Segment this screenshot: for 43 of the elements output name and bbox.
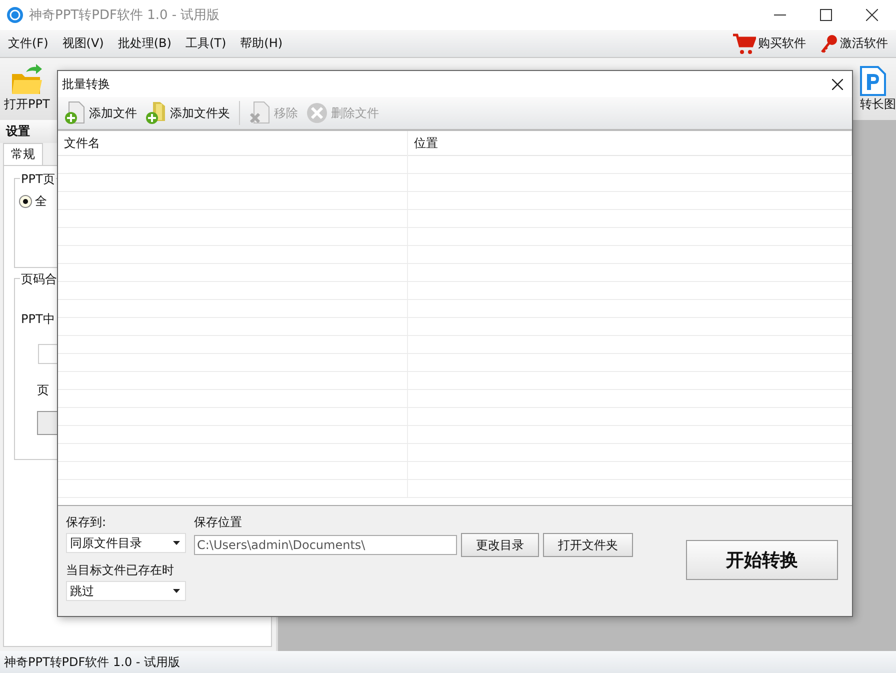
field-label: 页 (37, 382, 49, 399)
maximize-icon[interactable] (820, 9, 832, 21)
tab[interactable]: 常规 (3, 143, 43, 165)
dropdown[interactable]: 同原文件目录 (66, 533, 186, 553)
group-label: PPT页 (20, 171, 56, 188)
key-icon[interactable] (820, 34, 838, 54)
add-file-icon (64, 101, 86, 125)
app-logo-icon (7, 7, 23, 23)
window-title: 神奇PPT转PDF软件 1.0 - 试用版 (29, 7, 220, 24)
caret-icon (173, 541, 180, 545)
field-label: PPT中 (21, 311, 55, 328)
toolbar-label[interactable]: 打开PPT (4, 96, 50, 113)
delete-icon (306, 102, 328, 124)
caret-icon (173, 589, 180, 593)
button[interactable]: 更改目录 (461, 533, 539, 557)
field-label: 当目标文件已存在时 (66, 562, 175, 579)
radio-label: 全 (35, 193, 47, 210)
dialog-title: 批量转换 (62, 76, 110, 92)
menu-item[interactable]: 工具(T) (185, 35, 226, 52)
dropdown[interactable]: 跳过 (66, 581, 186, 601)
column-header[interactable]: 位置 (408, 131, 852, 156)
menu-item[interactable]: 批处理(B) (118, 35, 172, 52)
menu-item[interactable]: 购买软件 (758, 35, 806, 52)
field-label: 保存到: (66, 514, 108, 531)
group-label: 页码合 (20, 271, 58, 288)
remove-file-icon (249, 101, 271, 125)
menu-item[interactable]: 激活软件 (840, 35, 888, 52)
cart-icon[interactable] (732, 32, 756, 54)
menu-item[interactable]: 帮助(H) (240, 35, 283, 52)
button[interactable]: 打开文件夹 (543, 533, 633, 557)
start-button[interactable]: 开始转换 (686, 540, 838, 580)
status-bar: 神奇PPT转PDF软件 1.0 - 试用版 (0, 651, 896, 673)
field-label: 保存位置 (194, 514, 243, 531)
path-field[interactable]: C:\Users\admin\Documents\ (194, 535, 457, 555)
menu-item[interactable]: 文件(F) (8, 35, 48, 52)
radio-button[interactable] (19, 195, 32, 208)
toolbar-label[interactable]: 转长图 (860, 96, 896, 113)
menu-item[interactable]: 视图(V) (62, 35, 104, 52)
close-icon[interactable] (866, 9, 878, 21)
add-folder-icon (145, 101, 167, 125)
document-icon[interactable] (860, 66, 886, 96)
column-header[interactable]: 文件名 (58, 131, 408, 156)
close-icon[interactable] (832, 78, 843, 90)
